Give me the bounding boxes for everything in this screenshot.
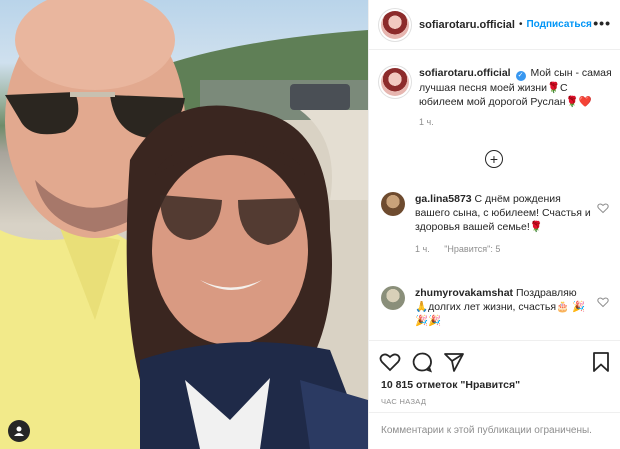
follow-button[interactable]: Подписаться [526, 19, 591, 30]
share-send-icon[interactable] [443, 351, 465, 373]
pray-emoji: 🙏 [415, 301, 429, 313]
rose-heart-emoji: 🌹❤️ [565, 96, 592, 108]
commenter-avatar[interactable] [381, 286, 405, 310]
load-more-comments-button[interactable]: + [485, 150, 503, 168]
post-photo[interactable] [0, 0, 368, 449]
comment-bubble-icon[interactable] [411, 351, 433, 373]
comment-item: zhumyrovakamshat Поздравляю 🙏долгих лет … [381, 286, 613, 328]
commenter-username[interactable]: ga.lina5873 [415, 193, 472, 205]
comments-footer: Комментарии к этой публикации ограничены… [369, 412, 620, 449]
comments-restricted-note: Комментарии к этой публикации ограничены… [381, 425, 592, 436]
comment-body: zhumyrovakamshat Поздравляю 🙏долгих лет … [415, 286, 591, 328]
person-icon [14, 426, 24, 436]
comment-meta: 1 ч. "Нравится": 5 [415, 244, 591, 254]
comment-text: zhumyrovakamshat Поздравляю 🙏долгих лет … [415, 286, 591, 328]
post-header: sofiarotaru.official • Подписаться ••• [369, 0, 620, 50]
comment-body: ga.lina5873 С днём рождения вашего сына,… [415, 192, 591, 254]
cake-emoji: 🎂 [556, 301, 570, 313]
action-icons [379, 351, 475, 373]
commenter-avatar[interactable] [381, 192, 405, 216]
save-bookmark-icon[interactable] [591, 351, 611, 373]
caption-text: sofiarotaru.official ✓ Мой сын - самая л… [419, 66, 613, 109]
comment-message: Поздравляю [515, 287, 577, 299]
rose-emoji: 🌹 [546, 82, 561, 94]
rose-emoji: 🌹 [529, 221, 543, 233]
post-timestamp[interactable]: ЧАС НАЗАД [381, 397, 426, 406]
caption-body: sofiarotaru.official ✓ Мой сын - самая л… [419, 66, 613, 127]
comment-time[interactable]: 1 ч. [415, 244, 430, 254]
post-actions: 10 815 отметок "Нравится" ЧАС НАЗАД [369, 340, 620, 408]
post-side-panel: sofiarotaru.official • Подписаться ••• s… [368, 0, 620, 449]
likes-count[interactable]: 10 815 отметок "Нравится" [381, 379, 520, 391]
like-heart-icon[interactable] [379, 351, 401, 373]
author-avatar[interactable] [381, 10, 409, 39]
comment-item: ga.lina5873 С днём рождения вашего сына,… [381, 192, 613, 254]
caption-avatar[interactable] [381, 68, 409, 96]
plus-circle-icon: + [489, 151, 499, 167]
comment-message-2: долгих лет жизни, счастья [428, 301, 557, 313]
caption-time[interactable]: 1 ч. [419, 117, 613, 127]
instagram-post-view: sofiarotaru.official • Подписаться ••• s… [0, 0, 620, 449]
photo-illustration [0, 0, 368, 449]
separator-dot: • [518, 19, 523, 30]
comment-text: ga.lina5873 С днём рождения вашего сына,… [415, 192, 591, 234]
commenter-username[interactable]: zhumyrovakamshat [415, 287, 513, 299]
tagged-users-button[interactable] [8, 420, 30, 442]
more-options-icon[interactable]: ••• [593, 16, 611, 30]
caption-username[interactable]: sofiarotaru.official [419, 67, 511, 79]
comment-likes[interactable]: "Нравится": 5 [444, 244, 500, 254]
verified-badge-icon: ✓ [515, 71, 526, 81]
like-comment-heart-icon[interactable] [597, 202, 609, 214]
like-comment-heart-icon[interactable] [597, 296, 609, 308]
post-caption: sofiarotaru.official ✓ Мой сын - самая л… [381, 66, 613, 127]
author-username[interactable]: sofiarotaru.official [419, 19, 515, 31]
